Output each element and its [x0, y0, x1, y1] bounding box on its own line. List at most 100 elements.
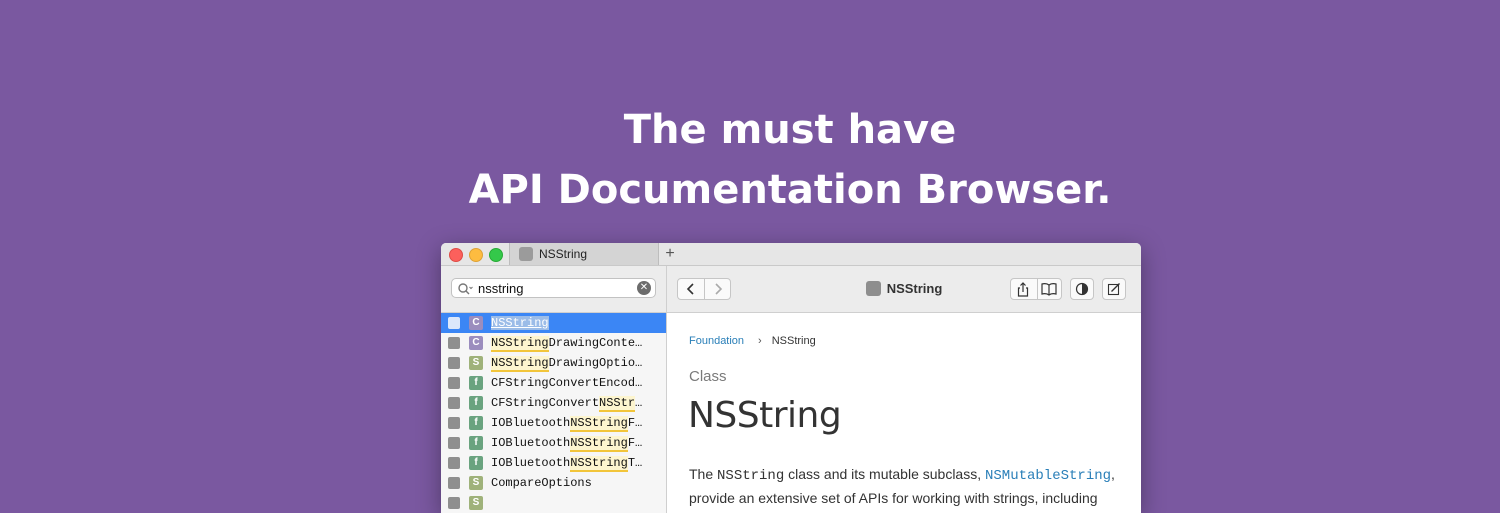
edit-icon: [1107, 283, 1120, 296]
sidebar-header: ✕: [441, 266, 667, 313]
abstract-text-2: class and its mutable subclass,: [784, 466, 985, 482]
forward-icon[interactable]: [712, 282, 724, 296]
result-name-part: T…: [627, 456, 643, 470]
breadcrumb-separator: ›: [758, 335, 762, 347]
search-match-highlight: NSStr: [599, 396, 636, 412]
result-row[interactable]: S CompareOptions: [441, 473, 666, 493]
contrast-icon: [1075, 282, 1089, 296]
apple-icon: [448, 317, 460, 329]
result-name-part: CFStringConvert: [491, 396, 600, 410]
apple-icon: [448, 437, 460, 449]
apple-icon: [448, 457, 460, 469]
nsmutablestring-link[interactable]: NSMutableString: [985, 468, 1111, 484]
nav-divider: [704, 279, 705, 299]
result-name-part: DrawingConte…: [548, 336, 643, 350]
result-row[interactable]: C NSString: [441, 313, 666, 333]
back-icon[interactable]: [685, 282, 697, 296]
result-row[interactable]: f IOBluetoothNSStringT…: [441, 453, 666, 473]
result-row[interactable]: f IOBluetoothNSStringF…: [441, 413, 666, 433]
symbol-type-badge: f: [469, 436, 483, 450]
apple-icon: [448, 377, 460, 389]
result-name-part: DrawingOptio…: [548, 356, 643, 370]
results-list: C NSString C NSStringDrawingConte… S NSString…: [441, 313, 667, 513]
share-bookmark-group: [1010, 278, 1062, 300]
tab-nsstring[interactable]: NSString: [509, 243, 659, 265]
result-row[interactable]: C NSStringDrawingConte…: [441, 333, 666, 353]
new-tab-button[interactable]: +: [663, 243, 677, 265]
search-input[interactable]: [478, 280, 628, 296]
appearance-toggle-button[interactable]: [1070, 278, 1094, 300]
result-name: NSStringDrawingOptio…: [491, 353, 661, 373]
documentation-content: Foundation › NSString Class NSString The N…: [667, 313, 1141, 513]
result-name: NSStringDrawingConte…: [491, 333, 661, 353]
bookmarks-icon[interactable]: [1041, 282, 1057, 296]
result-name-part: IOBluetooth: [491, 436, 571, 450]
apple-icon: [448, 357, 460, 369]
share-icon[interactable]: [1016, 282, 1030, 297]
result-row[interactable]: f CFStringConvertNSStr…: [441, 393, 666, 413]
headline-line-1: The must have: [623, 107, 957, 153]
symbol-type-badge: f: [469, 376, 483, 390]
headline-line-2: API Documentation Browser.: [468, 167, 1112, 213]
abstract-text-1: The: [689, 466, 718, 482]
tab-label: NSString: [539, 247, 588, 261]
result-name: CompareOptions: [491, 473, 661, 493]
symbol-type-badge: f: [469, 396, 483, 410]
apple-icon: [448, 397, 460, 409]
breadcrumb-current: NSString: [771, 335, 816, 347]
result-name-part: …: [635, 396, 643, 410]
search-match-highlight: NSString: [570, 436, 628, 452]
search-match-highlight: NSString: [491, 336, 549, 352]
result-row[interactable]: f CFStringConvertEncod…: [441, 373, 666, 393]
result-name: NSString: [491, 313, 661, 333]
share-divider: [1037, 279, 1038, 299]
result-name: IOBluetoothNSStringF…: [491, 413, 661, 433]
headline: The must have API Documentation Browser.: [0, 100, 1500, 220]
clear-search-icon[interactable]: ✕: [637, 281, 651, 295]
result-row[interactable]: S: [441, 493, 666, 513]
page-title: NSString: [829, 278, 979, 300]
result-name: CFStringConvertNSStr…: [491, 393, 661, 413]
search-match-highlight: NSString: [570, 456, 628, 472]
apple-icon: [865, 281, 881, 296]
result-name-part: CompareOptions: [491, 476, 592, 490]
abstract-line-1: The NSString class and its mutable subcl…: [689, 463, 1134, 487]
breadcrumb-foundation-link[interactable]: Foundation: [689, 335, 744, 347]
zoom-window-button[interactable]: [489, 248, 503, 262]
page-title-text: NSString: [886, 281, 943, 296]
result-name-part: F…: [627, 416, 643, 430]
result-row[interactable]: S NSStringDrawingOptio…: [441, 353, 666, 373]
result-name-part: IOBluetooth: [491, 416, 571, 430]
symbol-type-badge: C: [469, 316, 483, 330]
symbol-type-badge: f: [469, 416, 483, 430]
close-window-button[interactable]: [449, 248, 463, 262]
symbol-type-badge: S: [469, 476, 483, 490]
symbol-type-badge: S: [469, 496, 483, 510]
apple-icon: [448, 497, 460, 509]
result-name: IOBluetoothNSStringT…: [491, 453, 661, 473]
abstract-code-nsstring: NSString: [717, 468, 785, 484]
minimize-window-button[interactable]: [469, 248, 483, 262]
tab-bar: NSString +: [441, 243, 1141, 266]
result-row[interactable]: f IOBluetoothNSStringF…: [441, 433, 666, 453]
result-name: CFStringConvertEncod…: [491, 373, 661, 393]
apple-icon: [448, 477, 460, 489]
symbol-type-badge: f: [469, 456, 483, 470]
toolbar: NSString: [667, 266, 1141, 313]
annotate-button[interactable]: [1102, 278, 1126, 300]
apple-icon: [448, 417, 460, 429]
search-match-highlight: NSString: [491, 356, 549, 372]
search-field[interactable]: ✕: [451, 278, 656, 298]
symbol-type-badge: S: [469, 356, 483, 370]
result-name-part: F…: [627, 436, 643, 450]
search-match-highlight: NSString: [491, 316, 549, 330]
breadcrumb: Foundation › NSString: [689, 335, 816, 347]
abstract-text-3: ,: [1111, 466, 1115, 482]
apple-icon: [519, 247, 533, 261]
abstract-line-2: provide an extensive set of APIs for wor…: [689, 490, 1098, 506]
apple-icon: [448, 337, 460, 349]
result-name-part: CFStringConvertEncod…: [491, 376, 643, 390]
result-name-part: IOBluetooth: [491, 456, 571, 470]
search-match-highlight: NSString: [570, 416, 628, 432]
abstract-text: The NSString class and its mutable subcl…: [689, 463, 1134, 509]
